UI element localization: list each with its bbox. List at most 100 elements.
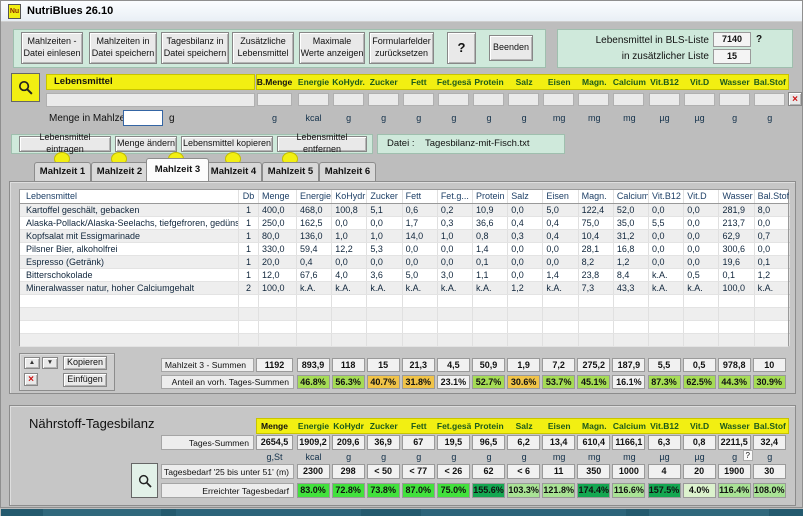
meal-table-cell: 1,0	[367, 230, 402, 242]
nutrient-unit-label: g	[437, 113, 471, 123]
daily-balance-column-header: Bal.Stof	[753, 421, 787, 431]
nutrient-filter-input[interactable]	[613, 93, 644, 106]
meal-table-empty-row	[20, 295, 788, 308]
help-button[interactable]: ?	[447, 32, 476, 64]
copy-row-button[interactable]: Kopieren	[63, 356, 107, 370]
move-row-up-button[interactable]: ▲	[24, 357, 40, 369]
nutrient-unit-label: µg	[648, 113, 682, 123]
meal-table-cell: 0,0	[438, 256, 473, 268]
button-label: zurücksetzen	[370, 48, 433, 60]
meal-table-cell: 10,4	[579, 230, 614, 242]
move-row-down-button[interactable]: ▼	[42, 357, 58, 369]
delete-row-button[interactable]: ×	[24, 373, 38, 386]
nutrient-filter-input[interactable]	[298, 93, 329, 106]
nutrient-filter-input[interactable]	[754, 93, 785, 106]
tab-mahlzeit-4[interactable]: Mahlzeit 4	[205, 162, 262, 181]
daily-total-value: 209,6	[332, 435, 365, 450]
meal-table-cell: 400,0	[259, 204, 297, 216]
meal-table-cell	[259, 308, 297, 320]
nutrient-filter-input[interactable]	[649, 93, 680, 106]
tab-mahlzeit-1[interactable]: Mahlzeit 1	[34, 162, 91, 181]
tab-mahlzeit-3[interactable]: Mahlzeit 3	[146, 158, 209, 181]
meal-table-cell: 0,5	[684, 269, 719, 281]
nutrient-filter-input[interactable]	[257, 93, 292, 106]
meal-table-cell	[649, 295, 684, 307]
requirement-lookup-button[interactable]	[131, 463, 158, 498]
meal-table-cell: 8,2	[579, 256, 614, 268]
tab-mahlzeit-2[interactable]: Mahlzeit 2	[91, 162, 148, 181]
meal-table-cell: 28,1	[579, 243, 614, 255]
achieved-percentage: 116.6%	[612, 483, 645, 498]
meal-table-row[interactable]: Kopfsalat mit Essigmarinade180,0136,01,0…	[20, 230, 788, 243]
nutrient-filter-input[interactable]	[473, 93, 504, 106]
daily-total-value: 2654,5	[256, 435, 293, 450]
reset-form-fields-button[interactable]: Formularfelder zurücksetzen	[369, 32, 434, 64]
meal-table-cell: 5,0	[543, 204, 578, 216]
meal-table-cell	[332, 321, 367, 333]
quit-button[interactable]: Beenden	[489, 35, 533, 61]
button-label: Datei speichern	[162, 48, 228, 60]
meal-table-cell: 1,7	[403, 217, 438, 229]
nutrient-unit-label: g	[256, 113, 293, 123]
food-search-input[interactable]	[46, 93, 255, 107]
meal-table-cell: 23,8	[579, 269, 614, 281]
meal-table-row[interactable]: Espresso (Getränk)120,00,40,00,00,00,00,…	[20, 256, 788, 269]
remove-food-button[interactable]: Lebensmittel entfernen	[277, 136, 367, 152]
meal-table-cell: 3,6	[367, 269, 402, 281]
daily-total-value: 610,4	[577, 435, 610, 450]
meal-table-cell: 43,3	[614, 282, 649, 294]
meal-table-cell	[755, 295, 790, 307]
tab-mahlzeit-5[interactable]: Mahlzeit 5	[262, 162, 319, 181]
tab-mahlzeit-6[interactable]: Mahlzeit 6	[319, 162, 376, 181]
amount-in-meal-input[interactable]	[123, 110, 163, 126]
nutrient-unit-label: g	[332, 113, 366, 123]
nutrient-column-header: Wasser	[718, 77, 752, 87]
meal-table-row[interactable]: Mineralwasser natur, hoher Calciumgehalt…	[20, 282, 788, 295]
meal-table-cell	[684, 295, 719, 307]
meal-share-percentage: 52.7%	[472, 375, 505, 389]
load-meals-file-button[interactable]: Mahlzeiten - Datei einlesen	[21, 32, 83, 64]
clear-search-button[interactable]: ×	[788, 92, 802, 106]
nutrient-filter-input[interactable]	[543, 93, 574, 106]
button-label: Datei einlesen	[22, 48, 82, 60]
change-amount-button[interactable]: Menge ändern	[115, 136, 177, 152]
save-daily-balance-button[interactable]: Tagesbilanz in Datei speichern	[161, 32, 229, 64]
button-label: Werte anzeigen	[300, 48, 364, 60]
meal-table-cell	[684, 334, 719, 346]
copy-food-button[interactable]: Lebensmittel kopieren	[181, 136, 273, 152]
meal-table-cell: Alaska-Pollack/Alaska-Seelachs, tiefgefr…	[20, 217, 239, 229]
nutrient-filter-input[interactable]	[578, 93, 609, 106]
nutrient-column-header: Fet.gesä	[437, 77, 471, 87]
meal-table-cell	[259, 295, 297, 307]
save-meals-file-button[interactable]: Mahlzeiten in Datei speichern	[89, 32, 157, 64]
nutrient-filter-input[interactable]	[508, 93, 539, 106]
taskbar[interactable]	[1, 509, 803, 516]
nutrient-unit-label: g	[507, 113, 541, 123]
paste-row-button[interactable]: Einfügen	[63, 373, 107, 387]
show-max-values-button[interactable]: Maximale Werte anzeigen	[299, 32, 365, 64]
meal-table-cell: 1,4	[473, 243, 508, 255]
meal-table-cell: 0,4	[543, 230, 578, 242]
additional-foods-button[interactable]: Zusätzliche Lebensmittel	[232, 32, 294, 64]
meal-table-cell: 19,6	[719, 256, 754, 268]
search-food-button[interactable]	[11, 73, 40, 102]
nutrient-filter-input[interactable]	[403, 93, 434, 106]
nutrient-filter-input[interactable]	[719, 93, 750, 106]
nutrient-filter-input[interactable]	[333, 93, 364, 106]
button-label: Mahlzeiten -	[22, 36, 82, 48]
arrow-down-icon: ▼	[43, 359, 57, 367]
button-label: Lebensmittel	[233, 48, 293, 60]
meal-table-row[interactable]: Alaska-Pollack/Alaska-Seelachs, tiefgefr…	[20, 217, 788, 230]
meal-table-row[interactable]: Pilsner Bier, alkoholfrei1330,059,412,25…	[20, 243, 788, 256]
meal-table-row[interactable]: Bitterschokolade112,067,64,03,65,03,01,1…	[20, 269, 788, 282]
bls-help-icon[interactable]: ?	[756, 34, 762, 45]
add-food-button[interactable]: Lebensmittel eintragen	[19, 136, 111, 152]
meal-table-cell	[403, 321, 438, 333]
meal-table-row[interactable]: Kartoffel geschält, gebacken1400,0468,01…	[20, 204, 788, 217]
nutrient-filter-input[interactable]	[368, 93, 399, 106]
nutrient-filter-input[interactable]	[438, 93, 469, 106]
daily-unit-label: g	[367, 452, 401, 462]
water-unit-help-icon[interactable]: ?	[743, 450, 753, 461]
nutrient-filter-input[interactable]	[684, 93, 715, 106]
daily-balance-column-header: Eisen	[542, 421, 576, 431]
